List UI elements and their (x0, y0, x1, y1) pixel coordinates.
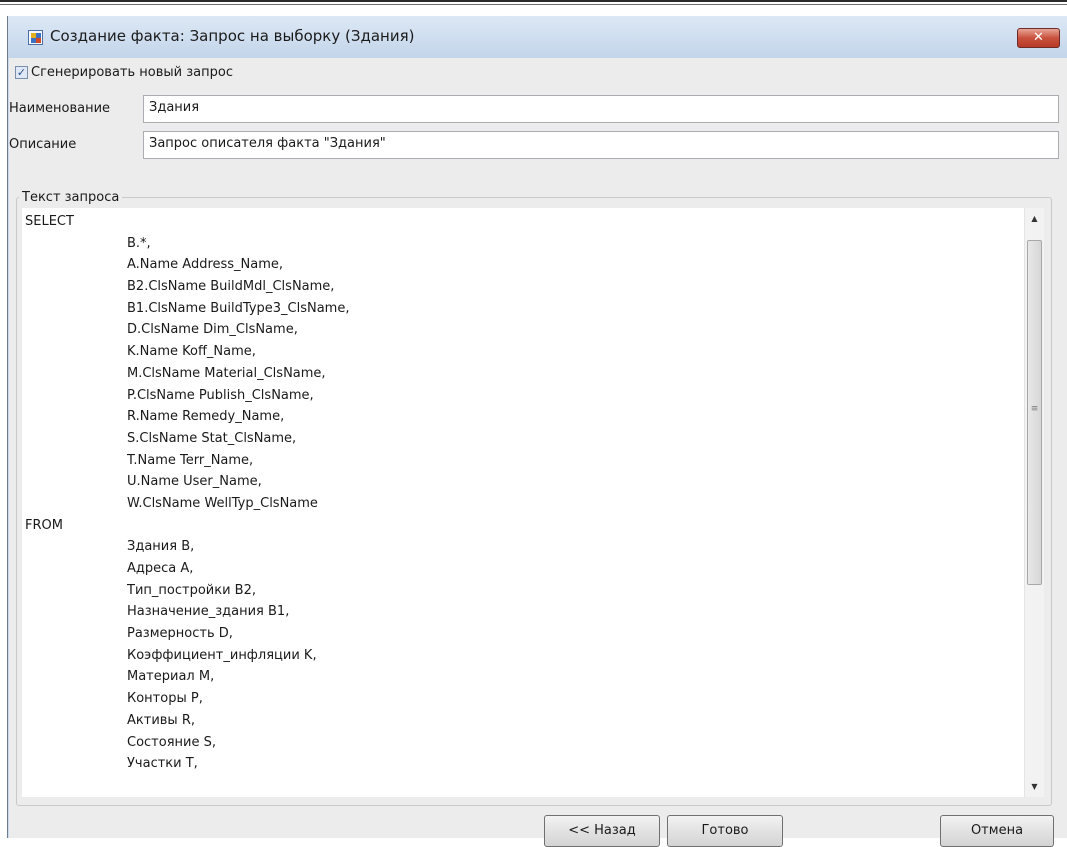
query-line: B2.ClsName BuildMdl_ClsName, (127, 279, 335, 295)
vertical-scrollbar[interactable]: ▲ ≡ ▼ (1024, 208, 1044, 797)
top-edge-line-2 (0, 4, 1067, 5)
window-title: Создание факта: Запрос на выборку (Здани… (50, 27, 415, 45)
query-line: P.ClsName Publish_ClsName, (127, 387, 314, 403)
scroll-down-icon[interactable]: ▼ (1025, 778, 1044, 795)
app-icon (28, 30, 43, 45)
query-line: K.Name Koff_Name, (127, 344, 256, 360)
query-line: U.Name User_Name, (127, 474, 262, 490)
query-line: Конторы P, (127, 691, 203, 707)
query-line: B.*, (127, 235, 151, 251)
checkmark-icon: ✓ (16, 66, 27, 79)
generate-new-query-checkbox[interactable]: ✓ (15, 66, 28, 79)
query-line: R.Name Remedy_Name, (127, 409, 285, 425)
title-bar[interactable]: Создание факта: Запрос на выборку (Здани… (8, 16, 1067, 58)
generate-new-query-label: Сгенерировать новый запрос (31, 65, 233, 80)
query-line: Активы R, (127, 712, 195, 728)
query-line: Назначение_здания B1, (127, 604, 290, 620)
done-button[interactable]: Готово (667, 815, 783, 847)
query-line: T.Name Terr_Name, (127, 452, 254, 468)
query-line: Материал M, (127, 669, 215, 685)
close-button[interactable]: ✕ (1017, 28, 1060, 48)
query-line: SELECT (25, 214, 74, 229)
query-line: S.ClsName Stat_ClsName, (127, 430, 297, 446)
scroll-up-icon[interactable]: ▲ (1025, 210, 1044, 227)
query-text-group-label: Текст запроса (22, 190, 120, 205)
query-line: Тип_постройки B2, (127, 582, 256, 598)
query-line: Здания B, (127, 539, 195, 555)
query-line: FROM (25, 517, 63, 533)
scrollbar-thumb[interactable]: ≡ (1027, 240, 1042, 585)
query-line: W.ClsName WellTyp_ClsName (127, 495, 318, 511)
cancel-button[interactable]: Отмена (940, 815, 1054, 847)
query-text-lines[interactable]: SELECT B.*, A.Name Address_Name, B2.ClsName… (25, 211, 1022, 797)
description-field[interactable]: Запрос описателя факта "Здания" (143, 131, 1059, 159)
query-line: Состояние S, (127, 734, 216, 750)
name-label: Наименование (9, 101, 111, 116)
top-edge-line (0, 0, 1067, 2)
query-line: Размерность D, (127, 626, 233, 642)
generate-new-query-option[interactable]: ✓ Сгенерировать новый запрос (15, 65, 233, 83)
query-line: D.ClsName Dim_ClsName, (127, 322, 298, 338)
query-line: M.ClsName Material_ClsName, (127, 365, 326, 381)
description-label: Описание (9, 137, 77, 152)
scroll-grip-icon: ≡ (1030, 404, 1039, 414)
name-field[interactable]: Здания (143, 95, 1059, 123)
back-button[interactable]: << Назад (544, 815, 660, 847)
dialog-client-area: ✓ Сгенерировать новый запрос Наименовани… (9, 58, 1067, 847)
query-line: Коэффициент_инфляции K, (127, 647, 317, 663)
query-line: Участки T, (127, 756, 198, 772)
close-icon: ✕ (1033, 30, 1044, 45)
query-text-editor[interactable]: SELECT B.*, A.Name Address_Name, B2.ClsName… (22, 208, 1044, 797)
query-line: B1.ClsName BuildType3_ClsName, (127, 300, 350, 316)
dialog-window: Создание факта: Запрос на выборку (Здани… (7, 16, 1067, 847)
query-line: Адреса A, (127, 561, 194, 576)
query-line: A.Name Address_Name, (127, 257, 284, 273)
